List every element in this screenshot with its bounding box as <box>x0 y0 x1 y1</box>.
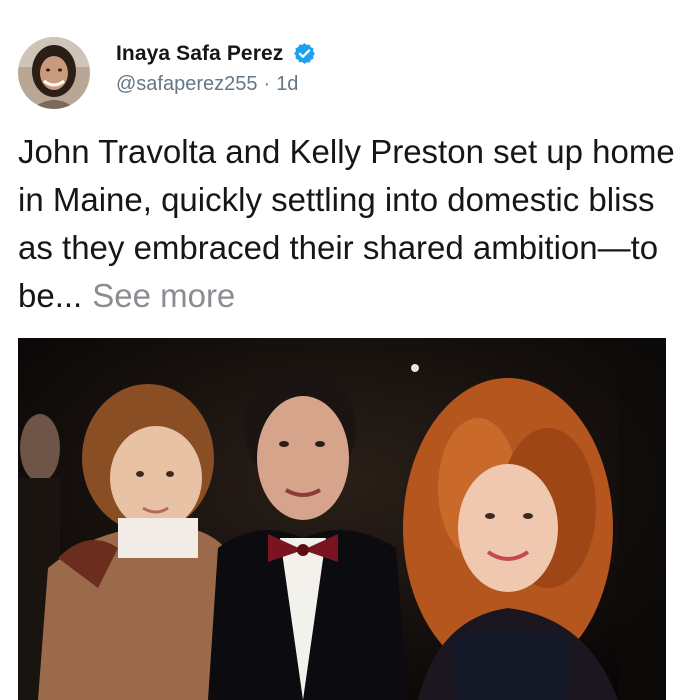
post-card: Inaya Safa Perez @safaperez255 · 1d John… <box>0 0 700 700</box>
meta-separator: · <box>263 73 271 95</box>
photo-three-people <box>18 338 666 700</box>
author-handle[interactable]: @safaperez255 <box>116 73 258 96</box>
name-row: Inaya Safa Perez <box>116 39 316 69</box>
author-name[interactable]: Inaya Safa Perez <box>116 42 283 66</box>
author-info: Inaya Safa Perez @safaperez255 · 1d <box>116 39 316 98</box>
meta-row: @safaperez255 · 1d <box>116 72 316 98</box>
verified-badge-icon <box>293 42 316 65</box>
see-more-link[interactable]: See more <box>92 277 235 314</box>
post-image[interactable] <box>18 338 666 700</box>
avatar-image <box>18 37 90 109</box>
avatar[interactable] <box>18 37 90 109</box>
timestamp[interactable]: 1d <box>276 73 298 96</box>
post-text: John Travolta and Kelly Preston set up h… <box>18 128 688 320</box>
post-header: Inaya Safa Perez @safaperez255 · 1d <box>18 36 316 110</box>
